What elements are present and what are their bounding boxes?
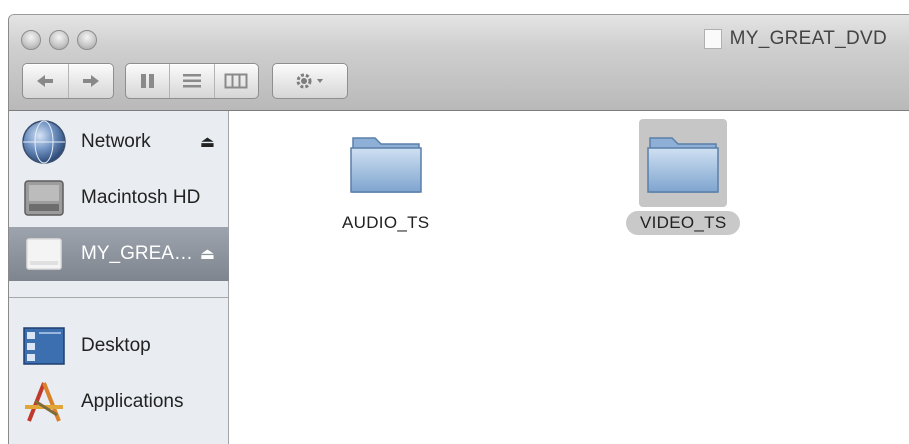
sidebar-item-label: Applications: [81, 391, 184, 412]
titlebar: MY_GREAT_DVD: [9, 15, 909, 111]
finder-window: MY_GREAT_DVD Network ⏏ Macintosh HD MY_G…: [8, 14, 909, 444]
column-view-icon: [224, 73, 248, 89]
sidebar-item-label: MY_GREA…: [81, 243, 193, 264]
sidebar-item-network[interactable]: Network ⏏: [9, 115, 229, 169]
zoom-window-button[interactable]: [77, 30, 97, 50]
sidebar-item-dvd[interactable]: MY_GREA… ⏏: [9, 227, 229, 281]
icon-view-button[interactable]: [126, 64, 171, 98]
sidebar-item-applications[interactable]: Applications: [9, 375, 229, 429]
hard-drive-icon: [24, 180, 64, 216]
folder-icon: [647, 137, 719, 193]
folder-contents: AUDIO_TS VIDEO_TS: [230, 111, 909, 444]
column-view-button[interactable]: [215, 64, 258, 98]
folder-label: VIDEO_TS: [626, 211, 741, 235]
folder-icon-wrap: [342, 119, 430, 207]
network-globe-icon: [22, 120, 66, 164]
action-menu-button[interactable]: [272, 63, 348, 99]
folder-label: AUDIO_TS: [342, 213, 430, 232]
window-title-text: MY_GREAT_DVD: [729, 28, 887, 49]
sidebar-item-macintosh-hd[interactable]: Macintosh HD: [9, 171, 229, 225]
window-title: MY_GREAT_DVD: [703, 28, 887, 50]
sidebar-item-label: Network: [81, 131, 151, 152]
action-button[interactable]: [273, 64, 347, 98]
sidebar: Network ⏏ Macintosh HD MY_GREA… ⏏ Deskto…: [9, 111, 229, 444]
sidebar-divider: [9, 297, 229, 298]
sidebar-item-desktop[interactable]: Desktop: [9, 319, 229, 373]
back-arrow-icon: [37, 75, 54, 87]
eject-icon[interactable]: ⏏: [200, 244, 215, 264]
eject-icon[interactable]: ⏏: [200, 132, 215, 152]
forward-arrow-icon: [82, 75, 99, 87]
forward-button[interactable]: [69, 64, 114, 98]
gear-icon: [296, 73, 323, 89]
list-view-button[interactable]: [170, 64, 215, 98]
desktop-icon: [23, 327, 65, 365]
list-view-icon: [182, 74, 201, 88]
view-mode-buttons: [125, 63, 259, 99]
folder-item-video-ts[interactable]: VIDEO_TS: [626, 119, 741, 235]
back-button[interactable]: [23, 64, 69, 98]
navigation-buttons: [22, 63, 114, 99]
applications-icon: [25, 382, 63, 422]
icon-view-icon: [140, 74, 154, 88]
folder-item-audio-ts[interactable]: AUDIO_TS: [328, 119, 443, 235]
close-window-button[interactable]: [21, 30, 41, 50]
dvd-disc-icon: [26, 238, 62, 270]
folder-icon-wrap: [639, 119, 728, 207]
folder-icon: [349, 137, 422, 193]
sidebar-item-label: Macintosh HD: [81, 187, 201, 208]
minimize-window-button[interactable]: [49, 30, 69, 50]
sidebar-item-label: Desktop: [81, 335, 151, 356]
volume-proxy-icon[interactable]: [703, 29, 722, 49]
